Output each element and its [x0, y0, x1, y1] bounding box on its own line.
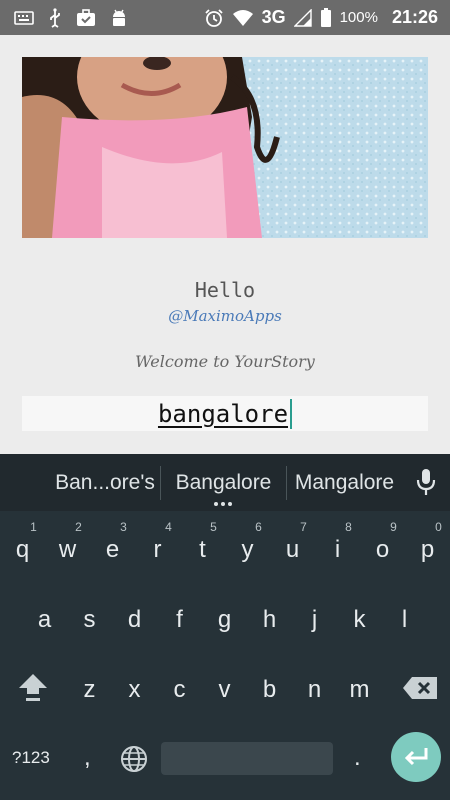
- more-suggestions-indicator: [214, 502, 232, 506]
- key-z[interactable]: z: [67, 656, 112, 716]
- backspace-key[interactable]: [394, 656, 444, 716]
- backspace-icon: [403, 677, 437, 699]
- greeting-text: Hello: [194, 278, 256, 302]
- microphone-icon[interactable]: [416, 468, 436, 501]
- key-d[interactable]: d: [112, 586, 157, 646]
- status-bar: 3G 100% 21:26: [0, 0, 450, 35]
- key-y[interactable]: 6y: [225, 516, 270, 576]
- symbols-key[interactable]: ?123: [12, 748, 50, 768]
- welcome-text: Welcome to YourStory: [135, 352, 315, 371]
- banner-photo: [22, 57, 428, 238]
- spacebar[interactable]: [161, 742, 333, 775]
- key-q[interactable]: 1q: [0, 516, 45, 576]
- key-a[interactable]: a: [22, 586, 67, 646]
- key-j[interactable]: j: [292, 586, 337, 646]
- clock: 21:26: [391, 7, 438, 27]
- key-k[interactable]: k: [337, 586, 382, 646]
- key-p[interactable]: 0p: [405, 516, 450, 576]
- key-m[interactable]: m: [337, 656, 382, 716]
- period-key[interactable]: .: [354, 744, 361, 772]
- network-type: 3G: [261, 7, 286, 27]
- shift-key[interactable]: [8, 656, 58, 716]
- app-handle-link[interactable]: @MaximoApps: [0, 307, 450, 325]
- suggestion-bar: Ban...ore's Bangalore Mangalore: [0, 454, 450, 511]
- globe-icon[interactable]: [119, 744, 149, 779]
- enter-icon: [404, 748, 428, 766]
- key-u[interactable]: 7u: [270, 516, 315, 576]
- soft-keyboard: Ban...ore's Bangalore Mangalore 1q 2w 3e…: [0, 454, 450, 800]
- keyboard-icon: [14, 10, 34, 25]
- alarm-icon: [204, 8, 224, 28]
- key-g[interactable]: g: [202, 586, 247, 646]
- android-icon: [110, 8, 128, 28]
- key-n[interactable]: n: [292, 656, 337, 716]
- suggestion-item[interactable]: Mangalore: [287, 471, 402, 495]
- key-r[interactable]: 4r: [135, 516, 180, 576]
- city-input-value: bangalore: [157, 399, 289, 428]
- key-v[interactable]: v: [202, 656, 247, 716]
- key-i[interactable]: 8i: [315, 516, 360, 576]
- key-s[interactable]: s: [67, 586, 112, 646]
- signal-icon: [293, 8, 312, 27]
- comma-key[interactable]: ,: [84, 744, 91, 772]
- shift-icon: [19, 674, 47, 701]
- key-c[interactable]: c: [157, 656, 202, 716]
- suggestion-item[interactable]: Ban...ore's: [0, 471, 160, 495]
- suggestion-item[interactable]: Bangalore: [161, 471, 286, 495]
- key-t[interactable]: 5t: [180, 516, 225, 576]
- battery-percent: 100%: [339, 9, 378, 26]
- key-w[interactable]: 2w: [45, 516, 90, 576]
- key-e[interactable]: 3e: [90, 516, 135, 576]
- usb-icon: [48, 7, 62, 28]
- key-h[interactable]: h: [247, 586, 292, 646]
- battery-icon: [320, 7, 332, 28]
- key-f[interactable]: f: [157, 586, 202, 646]
- key-o[interactable]: 9o: [360, 516, 405, 576]
- enter-key[interactable]: [391, 732, 441, 782]
- briefcase-check-icon: [76, 8, 96, 27]
- wifi-icon: [232, 9, 254, 27]
- key-x[interactable]: x: [112, 656, 157, 716]
- key-b[interactable]: b: [247, 656, 292, 716]
- text-cursor: [290, 398, 293, 429]
- key-l[interactable]: l: [382, 586, 427, 646]
- city-input[interactable]: bangalore: [22, 396, 428, 431]
